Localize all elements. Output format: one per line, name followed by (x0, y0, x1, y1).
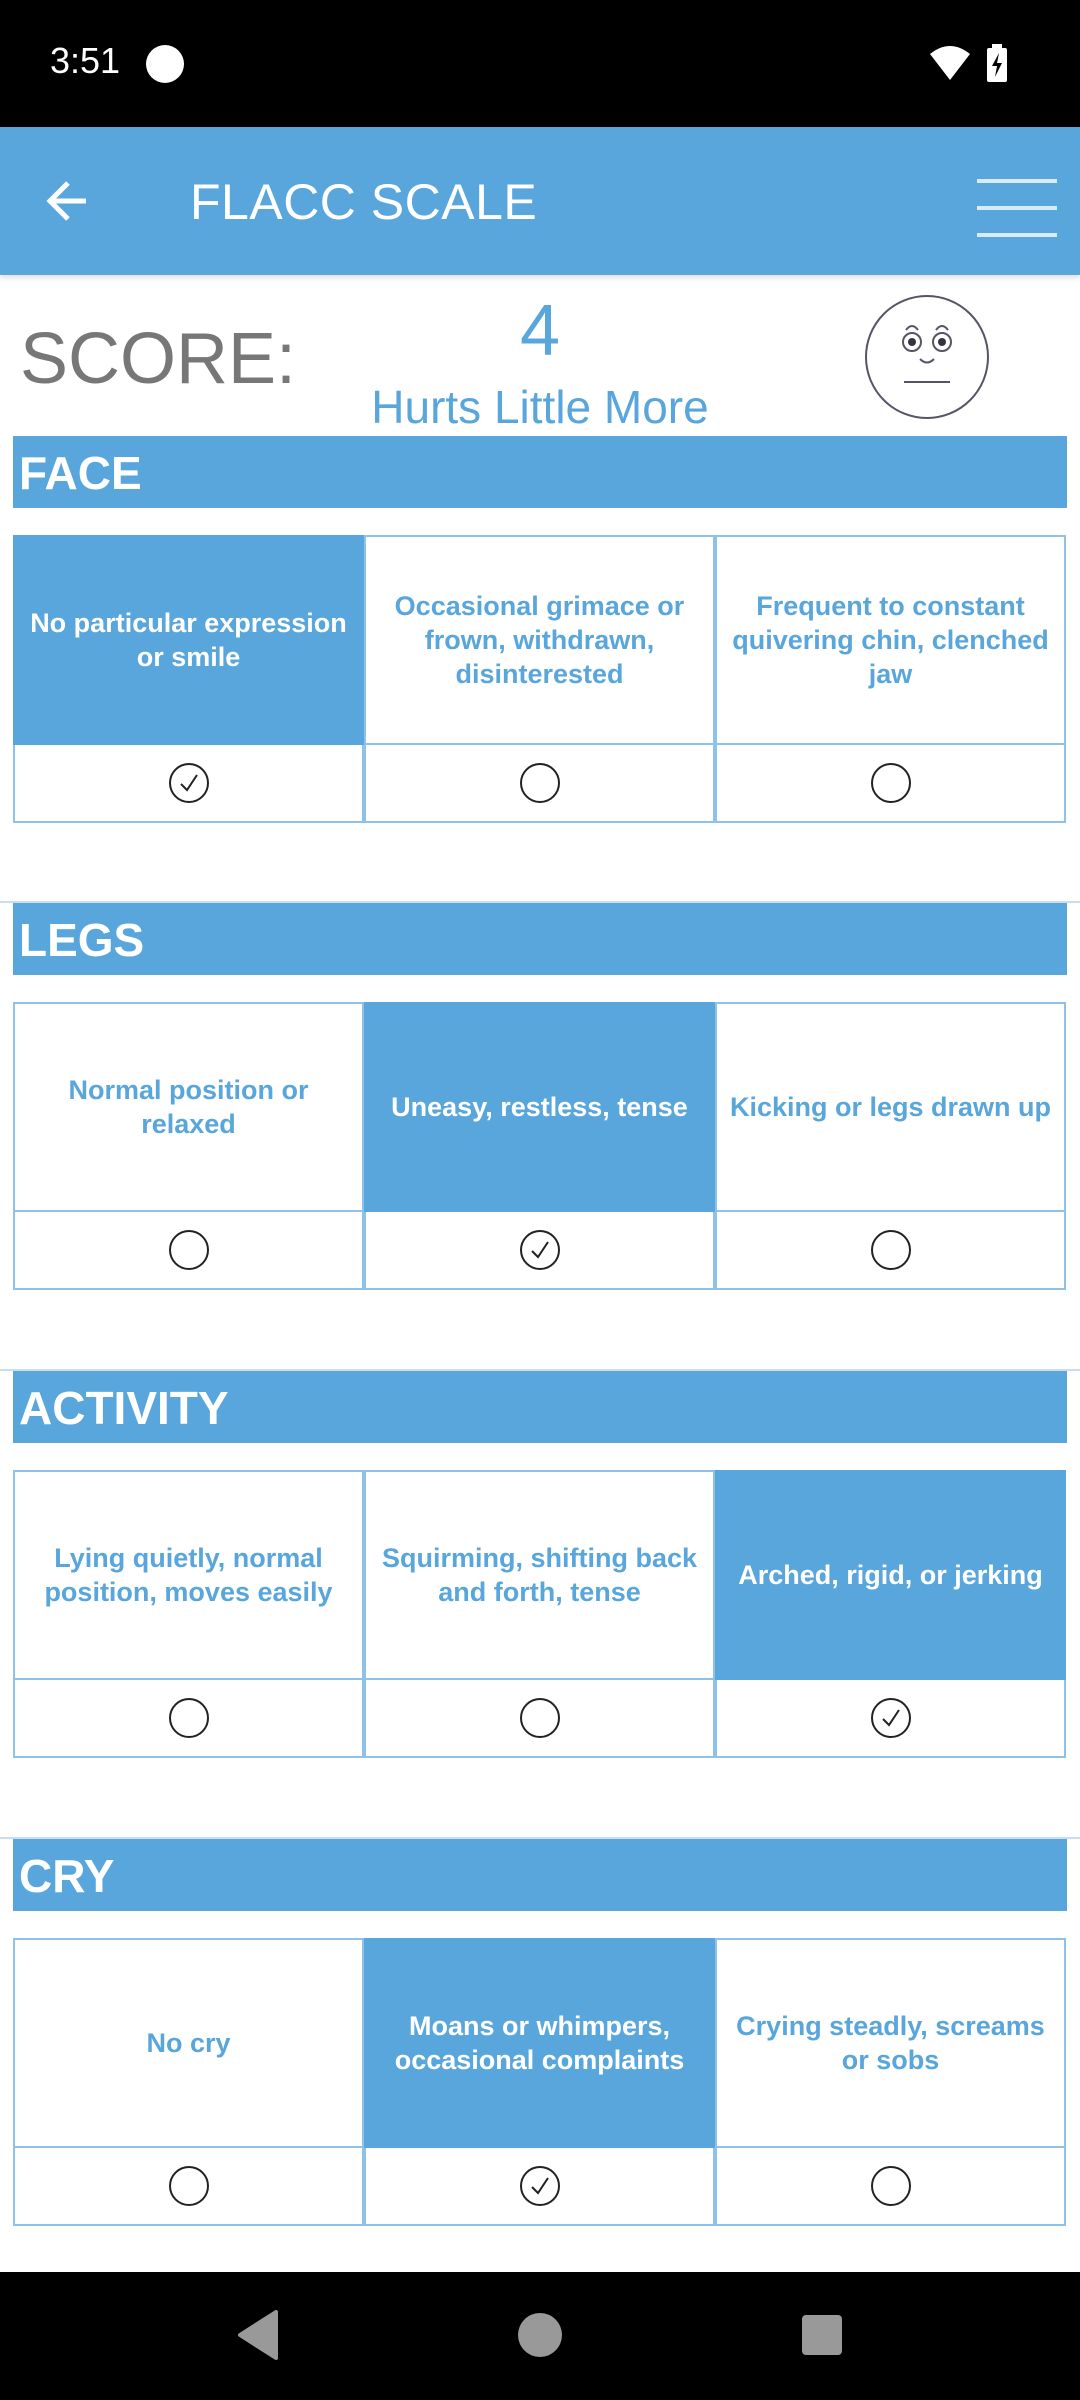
radio-unchecked-icon[interactable] (168, 1230, 209, 1270)
radio-unchecked-icon[interactable] (870, 763, 911, 803)
option-radio-cell[interactable] (13, 745, 364, 823)
nav-home-icon[interactable] (518, 2313, 562, 2357)
option-radio-cell[interactable] (715, 745, 1066, 823)
back-arrow-icon[interactable] (40, 171, 110, 231)
option-label[interactable]: Moans or whimpers, occasional complaints (364, 1938, 715, 2148)
option-label[interactable]: Kicking or legs drawn up (715, 1002, 1066, 1212)
option-radio-cell[interactable] (715, 1212, 1066, 1290)
option: Frequent to constant quivering chin, cle… (715, 535, 1066, 823)
radio-checked-icon[interactable] (519, 2166, 560, 2206)
option-radio-cell[interactable] (364, 2148, 715, 2226)
option-label[interactable]: Uneasy, restless, tense (364, 1002, 715, 1212)
app-bar: FLACC SCALE (0, 127, 1080, 275)
section-legs: LEGS Normal position or relaxed Uneasy, … (13, 903, 1067, 1290)
option: Uneasy, restless, tense (364, 1002, 715, 1290)
pain-face-icon (865, 295, 989, 419)
option: No cry (13, 1938, 364, 2226)
radio-checked-icon[interactable] (870, 1698, 911, 1738)
section-header: ACTIVITY (13, 1371, 1067, 1443)
option: Lying quietly, normal position, moves ea… (13, 1470, 364, 1758)
menu-line (977, 233, 1057, 237)
nav-recents-icon[interactable] (802, 2315, 842, 2355)
score-description: Hurts Little More (371, 381, 709, 433)
menu-line (977, 179, 1057, 183)
option-radio-cell[interactable] (13, 1680, 364, 1758)
app-title: FLACC SCALE (190, 174, 538, 230)
section-face: FACE No particular expression or smile O… (13, 436, 1067, 823)
option: Squirming, shifting back and forth, tens… (364, 1470, 715, 1758)
status-bar: 3:51 (0, 0, 1080, 127)
radio-unchecked-icon[interactable] (519, 763, 560, 803)
option-radio-cell[interactable] (364, 1212, 715, 1290)
radio-unchecked-icon[interactable] (168, 2166, 209, 2206)
score-value: 4 (519, 291, 561, 371)
options-row: Normal position or relaxed Uneasy, restl… (13, 1002, 1067, 1290)
option: Arched, rigid, or jerking (715, 1470, 1066, 1758)
wifi-icon (930, 46, 970, 80)
option-radio-cell[interactable] (364, 1680, 715, 1758)
section-activity: ACTIVITY Lying quietly, normal position,… (13, 1371, 1067, 1758)
battery-charging-icon (987, 44, 1007, 82)
option: No particular expression or smile (13, 535, 364, 823)
option-label[interactable]: No particular expression or smile (13, 535, 364, 745)
section-cry: CRY No cry Moans or whimpers, occasional… (13, 1839, 1067, 2226)
radio-unchecked-icon[interactable] (870, 1230, 911, 1270)
radio-unchecked-icon[interactable] (870, 2166, 911, 2206)
option-label[interactable]: No cry (13, 1938, 364, 2148)
option-label[interactable]: Lying quietly, normal position, moves ea… (13, 1470, 364, 1680)
option: Occasional grimace or frown, withdrawn, … (364, 535, 715, 823)
option: Moans or whimpers, occasional complaints (364, 1938, 715, 2226)
option-radio-cell[interactable] (715, 1680, 1066, 1758)
navigation-bar (0, 2272, 1080, 2400)
option-radio-cell[interactable] (13, 1212, 364, 1290)
option-label[interactable]: Squirming, shifting back and forth, tens… (364, 1470, 715, 1680)
section-header: FACE (13, 436, 1067, 508)
notification-dot-icon (146, 45, 184, 83)
radio-unchecked-icon[interactable] (168, 1698, 209, 1738)
nav-back-icon[interactable] (236, 2310, 280, 2360)
score-label: SCORE: (20, 319, 297, 399)
section-header: CRY (13, 1839, 1067, 1911)
options-row: No particular expression or smile Occasi… (13, 535, 1067, 823)
option: Crying steadly, screams or sobs (715, 1938, 1066, 2226)
option: Normal position or relaxed (13, 1002, 364, 1290)
radio-unchecked-icon[interactable] (519, 1698, 560, 1738)
menu-line (977, 206, 1057, 210)
option: Kicking or legs drawn up (715, 1002, 1066, 1290)
option-label[interactable]: Normal position or relaxed (13, 1002, 364, 1212)
option-label[interactable]: Crying steadly, screams or sobs (715, 1938, 1066, 2148)
radio-checked-icon[interactable] (519, 1230, 560, 1270)
options-row: No cry Moans or whimpers, occasional com… (13, 1938, 1067, 2226)
option-radio-cell[interactable] (13, 2148, 364, 2226)
status-time: 3:51 (50, 40, 121, 81)
option-radio-cell[interactable] (364, 745, 715, 823)
option-label[interactable]: Frequent to constant quivering chin, cle… (715, 535, 1066, 745)
option-label[interactable]: Occasional grimace or frown, withdrawn, … (364, 535, 715, 745)
option-radio-cell[interactable] (715, 2148, 1066, 2226)
section-header: LEGS (13, 903, 1067, 975)
option-label[interactable]: Arched, rigid, or jerking (715, 1470, 1066, 1680)
menu-button[interactable] (972, 167, 1058, 237)
radio-checked-icon[interactable] (168, 763, 209, 803)
options-row: Lying quietly, normal position, moves ea… (13, 1470, 1067, 1758)
